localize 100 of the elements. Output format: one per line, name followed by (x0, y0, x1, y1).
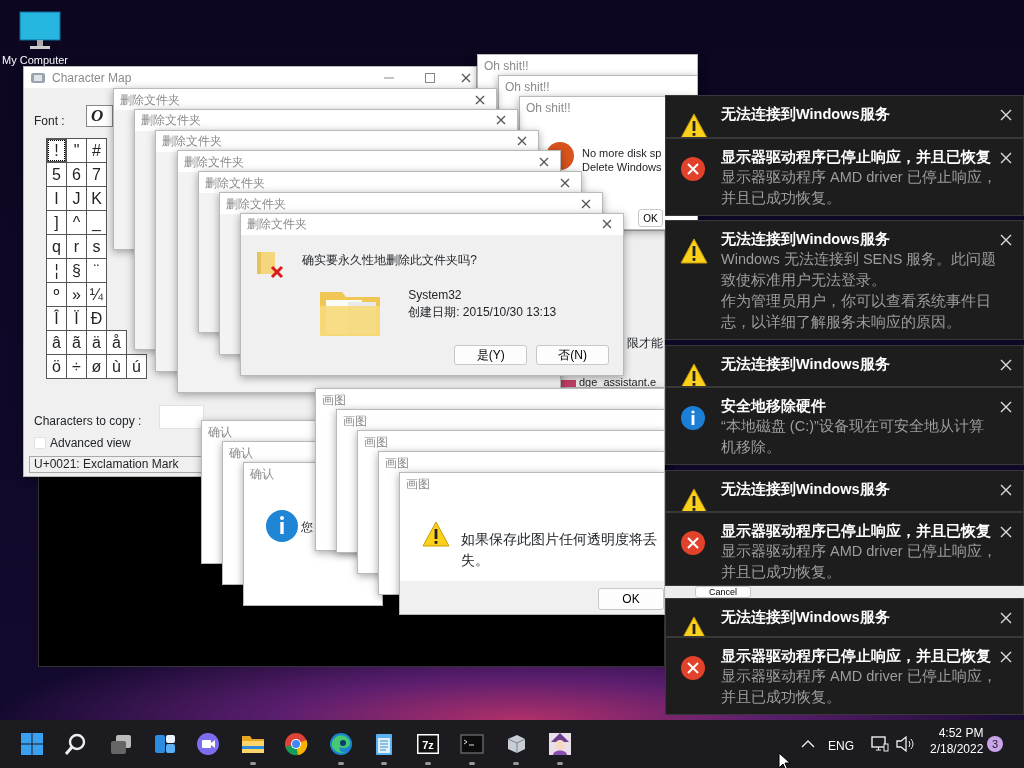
info-icon (680, 405, 706, 431)
no-button[interactable]: 否(N) (536, 344, 610, 365)
message-line: Delete Windows (582, 160, 662, 175)
character-cell[interactable]: ø (86, 354, 107, 379)
close-icon (460, 72, 472, 84)
character-cell[interactable]: ù (106, 354, 127, 379)
window-title: 画图 (364, 433, 388, 451)
yes-button[interactable]: 是(Y) (454, 344, 528, 365)
speaker-icon[interactable] (895, 735, 915, 753)
window-title: 画图 (343, 412, 367, 430)
notification-title: 无法连接到Windows服务 (721, 608, 890, 627)
close-icon (580, 197, 592, 210)
window-title: 确认 (229, 444, 253, 462)
character-cell[interactable]: ÷ (66, 354, 87, 379)
warning-icon (680, 238, 708, 264)
character-cell[interactable]: Ð (86, 306, 107, 331)
window-title: 删除文件夹 (183, 153, 244, 171)
window-title: 画图 (322, 391, 346, 409)
notification-title: 安全地移除硬件 (721, 397, 827, 416)
close-icon (558, 176, 571, 189)
character-cell[interactable]: _ (86, 210, 107, 235)
checkbox[interactable] (34, 437, 46, 449)
close-icon (495, 114, 508, 127)
network-icon[interactable] (871, 735, 889, 753)
ok-button[interactable]: OK (638, 209, 663, 227)
window-title: 删除文件夹 (226, 195, 286, 213)
notification-title: 显示器驱动程序已停止响应，并且已恢复 (721, 647, 992, 666)
window-title: 删除文件夹 (204, 174, 265, 192)
checkbox-label: Advanced view (50, 435, 131, 452)
notification-title: 无法连接到Windows服务 (721, 480, 890, 499)
window-title: 删除文件夹 (162, 133, 223, 151)
window-title: 确认 (250, 465, 274, 483)
message-line: No more disk sp (582, 146, 662, 161)
chat-icon[interactable] (196, 732, 220, 756)
window-title: Oh shit!! (484, 57, 529, 75)
window-title: 画图 (406, 475, 430, 493)
browser-icon[interactable] (284, 732, 308, 756)
notification-text: “本地磁盘 (C:)”设备现在可安全地从计算机移除。 (721, 417, 985, 457)
notification-title: 无法连接到Windows服务 (721, 105, 890, 124)
text-line: 限才能 (627, 335, 663, 352)
character-cell[interactable]: K (86, 186, 107, 211)
icon-label[interactable]: My Computer (2, 55, 69, 66)
notification-text: 显示器驱动程序 AMD driver 已停止响应，并且已成功恢复。 (721, 542, 997, 582)
close-icon (1000, 484, 1012, 496)
character-cell[interactable]: s (86, 234, 107, 259)
close-icon (1000, 359, 1012, 371)
error-icon (680, 530, 706, 556)
search-icon[interactable] (64, 732, 88, 756)
close-icon (601, 218, 614, 231)
character-cell[interactable]: å (106, 330, 127, 355)
notification-title: 无法连接到Windows服务 (721, 230, 891, 249)
notification-title: 显示器驱动程序已停止响应，并且已恢复 (721, 522, 992, 541)
notification-text: 作为管理员用户，你可以查看系统事件日志，以详细了解服务未响应的原因。 (721, 292, 992, 332)
archiver-icon[interactable]: 7z (416, 732, 440, 756)
font-label: Font : (34, 113, 65, 130)
character-cell[interactable]: 7 (86, 162, 107, 187)
folder-delete-icon (255, 249, 286, 280)
clock-date[interactable]: 2/18/2022 (930, 741, 984, 757)
clock-time[interactable]: 4:52 PM (930, 725, 984, 741)
window-title: 删除文件夹 (247, 216, 308, 234)
close-icon (1000, 651, 1012, 663)
browser-icon[interactable] (329, 732, 353, 756)
font-dropdown[interactable]: O (86, 105, 113, 127)
character-cell[interactable]: ö (46, 354, 67, 379)
figure-icon[interactable] (548, 732, 572, 756)
error-icon (680, 156, 706, 182)
start-icon[interactable] (20, 732, 44, 756)
monitor-icon[interactable] (18, 10, 62, 52)
close-icon (1000, 234, 1012, 246)
widgets-icon[interactable] (153, 732, 177, 756)
notification-text: 显示器驱动程序 AMD driver 已停止响应，并且已成功恢复。 (721, 168, 997, 208)
character-cell[interactable]: # (86, 138, 107, 163)
dialog-message: 您 (301, 519, 313, 536)
copy-label: Characters to copy : (34, 413, 142, 430)
window-title: 删除文件夹 (120, 91, 180, 109)
character-cell[interactable]: ¼ (86, 282, 107, 307)
window-title: Character Map (52, 69, 132, 87)
notification-text: 显示器驱动程序 AMD driver 已停止响应，并且已成功恢复。 (721, 667, 997, 707)
ok-button[interactable]: OK (598, 588, 664, 610)
dialog-message: 如果保存此图片任何透明度将丢失。 (461, 530, 658, 570)
language-indicator[interactable]: ENG (828, 737, 854, 755)
task-view-icon[interactable] (109, 732, 133, 756)
close-icon (1000, 401, 1012, 413)
cancel-button[interactable]: Cancel (695, 586, 751, 598)
close-icon (1000, 612, 1012, 624)
window-title: 画图 (385, 454, 409, 472)
character-cell[interactable]: ¨ (86, 258, 107, 283)
text-field[interactable] (159, 405, 204, 429)
terminal-icon[interactable] (460, 732, 484, 756)
character-map-icon (30, 70, 46, 85)
file-date: 创建日期: 2015/10/30 13:13 (408, 303, 557, 321)
chevron-up-icon[interactable] (801, 739, 815, 749)
close-icon (1000, 526, 1012, 538)
status-bar: U+0021: Exclamation Mark (29, 456, 204, 473)
close-icon (474, 93, 486, 106)
close-icon (1000, 152, 1012, 164)
notification-badge[interactable]: 3 (987, 736, 1003, 752)
dialog-message: 确实要永久性地删除此文件夹吗? (302, 251, 477, 269)
window-title: 删除文件夹 (141, 112, 202, 130)
character-cell[interactable]: ú (126, 354, 147, 379)
